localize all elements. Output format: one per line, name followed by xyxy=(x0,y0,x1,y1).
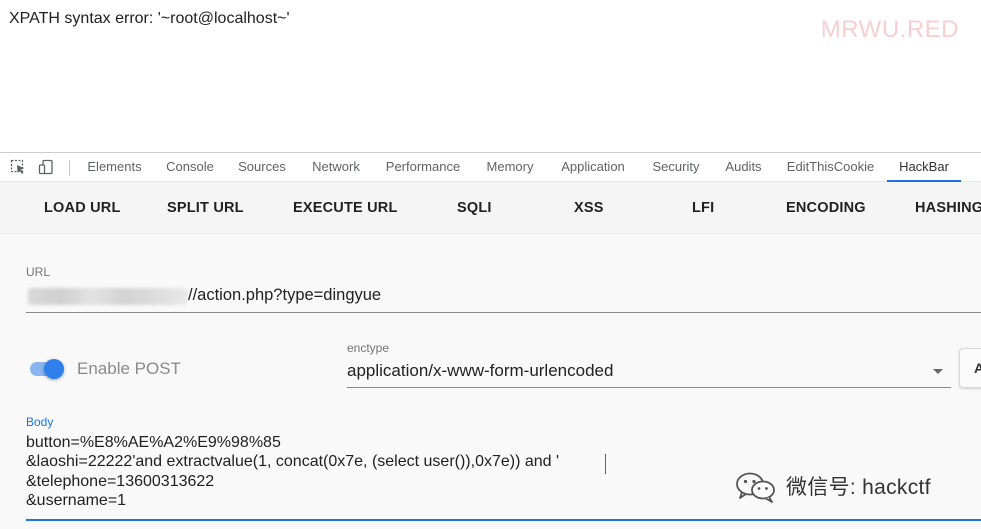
tab-network[interactable]: Network xyxy=(305,153,367,182)
site-watermark: MRWU.RED xyxy=(820,16,959,43)
tab-editthiscookie[interactable]: EditThisCookie xyxy=(782,153,879,182)
chevron-down-icon xyxy=(933,369,943,374)
wechat-icon xyxy=(736,472,775,503)
enctype-select[interactable]: application/x-www-form-urlencoded xyxy=(347,356,951,388)
body-line: &username=1 xyxy=(26,492,127,509)
device-toolbar-icon[interactable] xyxy=(38,159,54,175)
xss-menu-button[interactable]: XSS xyxy=(574,182,604,234)
enctype-label: enctype xyxy=(347,341,390,355)
toggle-thumb xyxy=(44,359,64,379)
tab-hackbar[interactable]: HackBar xyxy=(887,153,961,182)
split-url-button[interactable]: SPLIT URL xyxy=(167,182,244,234)
body-line: &telephone=13600313622 xyxy=(26,473,215,490)
url-value: //action.php?type=dingyue xyxy=(188,286,382,304)
encoding-menu-button[interactable]: ENCODING xyxy=(786,182,866,234)
tab-performance[interactable]: Performance xyxy=(381,153,465,182)
sqli-menu-button[interactable]: SQLI xyxy=(457,182,492,234)
text-caret xyxy=(605,454,606,474)
tab-console[interactable]: Console xyxy=(160,153,220,182)
hackbar-toolbar: LOAD URL SPLIT URL EXECUTE URL SQLI XSS … xyxy=(0,182,981,234)
tab-application[interactable]: Application xyxy=(554,153,632,182)
page-output-area: XPATH syntax error: '~root@localhost~' M… xyxy=(0,0,981,152)
tab-security[interactable]: Security xyxy=(647,153,705,182)
wechat-id-text: 微信号: hackctf xyxy=(786,476,931,499)
tab-sources[interactable]: Sources xyxy=(233,153,291,182)
tab-audits[interactable]: Audits xyxy=(719,153,768,182)
devtools-tab-bar: Elements Console Sources Network Perform… xyxy=(0,152,981,182)
body-line: button=%E8%AE%A2%E9%98%85 xyxy=(26,434,281,451)
load-url-button[interactable]: LOAD URL xyxy=(44,182,121,234)
enable-post-label: Enable POST xyxy=(77,359,181,378)
execute-url-button[interactable]: EXECUTE URL xyxy=(293,182,398,234)
lfi-menu-button[interactable]: LFI xyxy=(692,182,714,234)
url-input[interactable]: //action.php?type=dingyue xyxy=(26,281,981,313)
body-label: Body xyxy=(26,415,54,429)
tab-elements[interactable]: Elements xyxy=(83,153,146,182)
toolbar-divider xyxy=(69,160,70,176)
redacted-host xyxy=(28,288,188,305)
hashing-menu-button[interactable]: HASHING xyxy=(915,182,981,234)
xpath-error-message: XPATH syntax error: '~root@localhost~' xyxy=(9,10,290,27)
tab-memory[interactable]: Memory xyxy=(480,153,540,182)
enctype-value: application/x-www-form-urlencoded xyxy=(347,361,614,380)
inspect-element-icon[interactable] xyxy=(10,159,26,175)
add-header-button[interactable]: A xyxy=(959,348,981,388)
url-label: URL xyxy=(26,265,51,279)
enable-post-toggle[interactable] xyxy=(30,359,64,379)
body-line: &laoshi=22222'and extractvalue(1, concat… xyxy=(26,453,560,470)
